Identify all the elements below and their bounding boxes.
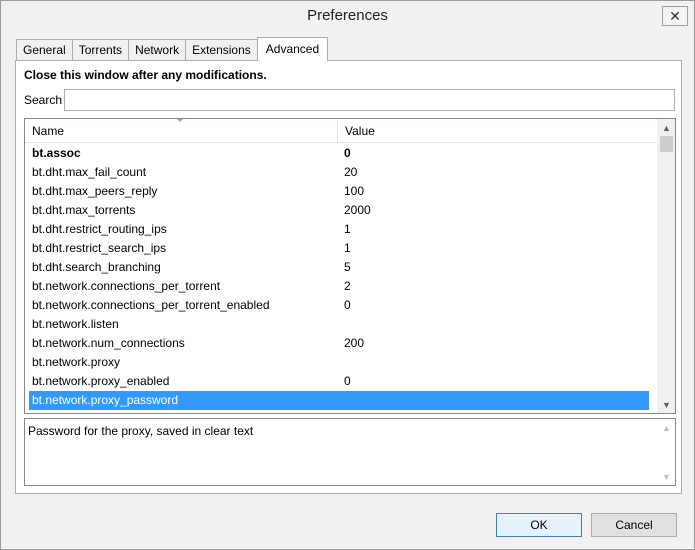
item-value: 1 [344, 222, 351, 236]
item-name: bt.dht.max_torrents [32, 203, 136, 217]
item-name: bt.network.listen [32, 317, 119, 331]
search-input[interactable] [64, 89, 675, 111]
tab-torrents[interactable]: Torrents [71, 39, 130, 61]
item-name: bt.dht.search_branching [32, 260, 161, 274]
item-value: 20 [344, 165, 358, 179]
ok-button[interactable]: OK [496, 513, 582, 537]
scroll-down-arrow-icon[interactable]: ▼ [658, 396, 675, 413]
sort-arrow-icon [176, 119, 184, 122]
tab-general[interactable]: General [16, 39, 73, 61]
tab-advanced[interactable]: Advanced [256, 37, 329, 61]
list-item[interactable]: bt.network.proxy [25, 353, 657, 372]
item-name: bt.assoc [32, 146, 81, 160]
column-separator[interactable] [337, 119, 338, 143]
description-text: Password for the proxy, saved in clear t… [28, 424, 254, 438]
close-icon: ✕ [669, 7, 681, 24]
list-item[interactable]: bt.network.connections_per_torrent 2 [25, 277, 657, 296]
description-scrollbar[interactable]: ▲ ▼ [658, 419, 675, 485]
list-item[interactable]: bt.dht.max_peers_reply 100 [25, 182, 657, 201]
window-title: Preferences [307, 7, 388, 24]
item-name: bt.dht.max_fail_count [32, 165, 147, 179]
tab-network[interactable]: Network [128, 39, 187, 61]
item-value: 100 [344, 184, 365, 198]
item-value: 0 [344, 374, 351, 388]
list-item-selected[interactable]: bt.network.proxy_password [29, 391, 649, 410]
list-item[interactable]: bt.network.num_connections 200 [25, 334, 657, 353]
item-name: bt.network.num_connections [32, 336, 185, 350]
item-name: bt.network.proxy_password [32, 393, 179, 407]
scroll-thumb[interactable] [660, 136, 673, 152]
item-name: bt.dht.restrict_routing_ips [32, 222, 167, 236]
item-value: 0 [344, 298, 351, 312]
notice-text: Close this window after any modification… [24, 68, 267, 82]
preferences-window: Preferences ✕ General Torrents Network E… [0, 0, 695, 550]
list-rows: bt.assoc 0 bt.dht.max_fail_count 20 bt.d… [25, 144, 657, 410]
list-item[interactable]: bt.network.listen [25, 315, 657, 334]
item-name: bt.dht.max_peers_reply [32, 184, 158, 198]
cancel-button[interactable]: Cancel [591, 513, 677, 537]
item-name: bt.network.connections_per_torrent_enabl… [32, 298, 270, 312]
item-name: bt.network.proxy_enabled [32, 374, 170, 388]
list-item[interactable]: bt.dht.restrict_search_ips 1 [25, 239, 657, 258]
title-bar: Preferences ✕ [1, 1, 694, 32]
column-header-name[interactable]: Name [32, 124, 64, 138]
advanced-panel: Close this window after any modification… [15, 60, 682, 494]
tab-bar: General Torrents Network Extensions Adva… [16, 37, 329, 61]
scroll-up-arrow-icon[interactable]: ▲ [658, 119, 675, 136]
list-item[interactable]: bt.network.connections_per_torrent_enabl… [25, 296, 657, 315]
item-value: 1 [344, 241, 351, 255]
scroll-up-arrow-icon[interactable]: ▲ [658, 419, 675, 436]
item-value: 2000 [344, 203, 371, 217]
description-box[interactable]: Password for the proxy, saved in clear t… [24, 418, 676, 486]
close-button[interactable]: ✕ [662, 6, 688, 26]
item-value: 5 [344, 260, 351, 274]
list-item[interactable]: bt.dht.max_torrents 2000 [25, 201, 657, 220]
list-item[interactable]: bt.network.proxy_enabled 0 [25, 372, 657, 391]
list-scrollbar[interactable]: ▲ ▼ [657, 119, 675, 413]
list-header: Name Value [25, 119, 657, 143]
list-item[interactable]: bt.dht.max_fail_count 20 [25, 163, 657, 182]
list-item[interactable]: bt.assoc 0 [25, 144, 657, 163]
item-value: 2 [344, 279, 351, 293]
scroll-down-arrow-icon[interactable]: ▼ [658, 468, 675, 485]
item-name: bt.dht.restrict_search_ips [32, 241, 167, 255]
tab-extensions[interactable]: Extensions [185, 39, 258, 61]
item-name: bt.network.proxy [32, 355, 121, 369]
item-name: bt.network.connections_per_torrent [32, 279, 221, 293]
settings-list: Name Value bt.assoc 0 bt.dht.max_fail_co… [24, 118, 676, 414]
list-item[interactable]: bt.dht.search_branching 5 [25, 258, 657, 277]
item-value: 200 [344, 336, 365, 350]
search-label: Search [24, 93, 63, 107]
column-header-value[interactable]: Value [345, 124, 375, 138]
list-item[interactable]: bt.dht.restrict_routing_ips 1 [25, 220, 657, 239]
item-value: 0 [344, 146, 351, 160]
